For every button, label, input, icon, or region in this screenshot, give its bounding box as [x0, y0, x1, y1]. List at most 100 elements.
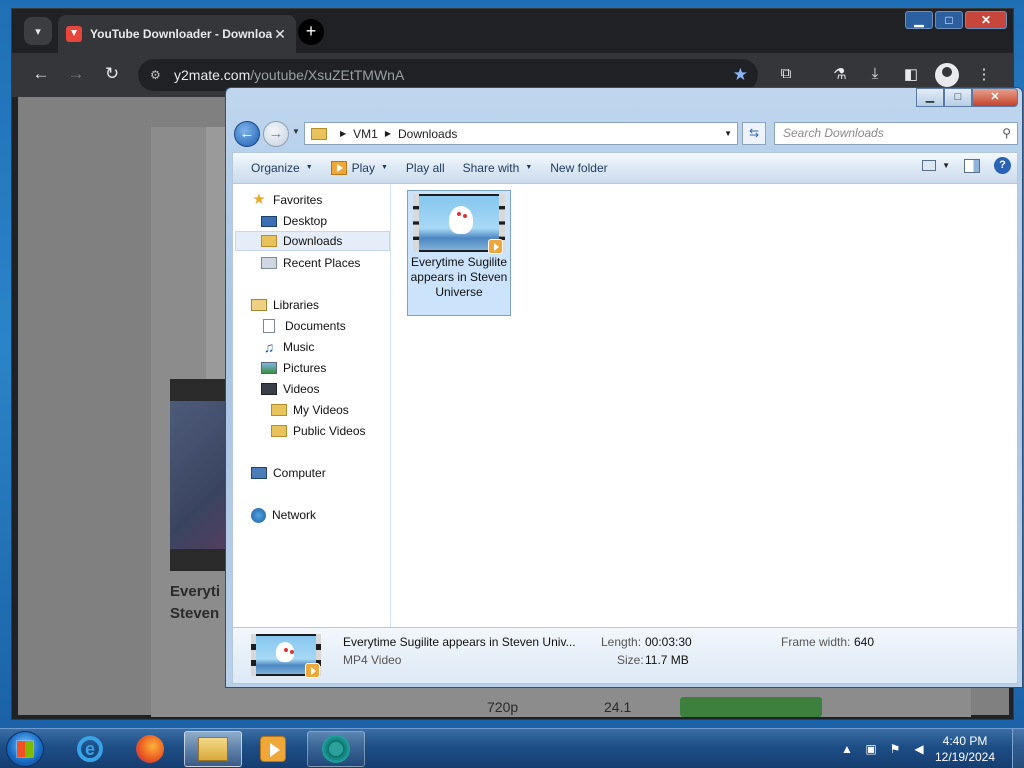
taskbar-clock[interactable]: 4:40 PM 12/19/2024: [930, 733, 1000, 765]
new-tab-button[interactable]: +: [298, 19, 324, 45]
folder-icon: [271, 425, 287, 437]
details-pane: Everytime Sugilite appears in Steven Uni…: [232, 627, 1018, 684]
labs-flask-icon[interactable]: ⚗: [829, 65, 851, 83]
nav-downloads[interactable]: Downloads: [235, 231, 390, 251]
menu-kebab-icon[interactable]: ⋮: [973, 65, 995, 83]
internet-explorer-icon: e: [77, 736, 103, 762]
breadcrumb-separator-icon[interactable]: ▶: [385, 129, 391, 138]
play-button[interactable]: Play ▼: [322, 156, 397, 180]
forward-arrow-icon[interactable]: →: [64, 64, 88, 84]
nav-network[interactable]: Network: [251, 505, 316, 525]
quality-cell: 720p: [487, 699, 519, 715]
taskbar-firefox[interactable]: [121, 731, 179, 767]
side-panel-icon[interactable]: ◧: [900, 65, 922, 83]
change-view-icon[interactable]: [922, 160, 937, 171]
length-value: 00:03:30: [645, 635, 692, 649]
explorer-maximize-button[interactable]: □: [944, 88, 972, 107]
file-item[interactable]: Everytime Sugilite appears in Steven Uni…: [407, 190, 511, 316]
media-player-badge-icon: [305, 663, 320, 678]
pictures-icon: [261, 362, 277, 374]
nav-my-videos[interactable]: My Videos: [271, 400, 349, 420]
volume-muted-icon[interactable]: ◀: [912, 742, 926, 756]
nav-music[interactable]: ♫ Music: [261, 337, 315, 357]
address-dropdown-icon[interactable]: ▼: [724, 129, 732, 138]
taskbar: e ▲ ▣ ⚑ ◀ 4:40 PM 12/19/2024: [0, 728, 1024, 768]
length-label: Length:: [601, 635, 642, 649]
clock-date: 12/19/2024: [934, 750, 996, 764]
browser-tab-title: YouTube Downloader - Download: [90, 27, 272, 41]
start-button[interactable]: [6, 731, 44, 767]
taskbar-windows-explorer[interactable]: [184, 731, 242, 767]
preview-pane-icon[interactable]: [964, 158, 980, 173]
nav-libraries[interactable]: Libraries: [251, 295, 319, 315]
new-folder-button[interactable]: New folder: [541, 156, 616, 180]
network-icon[interactable]: ▣: [864, 742, 878, 756]
help-icon[interactable]: ?: [994, 157, 1011, 174]
url-path: /youtube/XsuZEtTMWnA: [250, 67, 405, 83]
reload-icon[interactable]: ↻: [100, 64, 124, 84]
nav-public-videos[interactable]: Public Videos: [271, 421, 366, 441]
media-player-badge-icon: [488, 239, 503, 254]
refresh-button[interactable]: ⇆: [742, 122, 766, 145]
browser-minimize-button[interactable]: ▁: [905, 11, 933, 29]
explorer-minimize-button[interactable]: ▁: [916, 88, 944, 107]
libraries-icon: [251, 299, 267, 311]
file-name: Everytime Sugilite appears in Steven Uni…: [410, 255, 508, 299]
nav-pictures[interactable]: Pictures: [261, 358, 326, 378]
taskbar-media-player[interactable]: [244, 731, 302, 767]
downloads-folder-icon: [261, 235, 277, 247]
firefox-icon: [136, 735, 164, 763]
music-note-icon: ♫: [263, 339, 275, 355]
action-center-flag-icon[interactable]: ⚑: [888, 742, 902, 756]
downloads-icon[interactable]: ⤓: [864, 65, 886, 82]
nav-favorites[interactable]: ★ Favorites: [251, 190, 322, 210]
frame-width-label: Frame width:: [781, 635, 851, 649]
nav-videos[interactable]: Videos: [261, 379, 319, 399]
browser-tab-bar: ▾ YouTube Downloader - Download ✕ + ▁ □ …: [12, 9, 1013, 53]
extensions-icon[interactable]: ⧉: [775, 65, 797, 82]
tab-close-icon[interactable]: ✕: [272, 26, 288, 43]
explorer-address-bar[interactable]: ▶ VM1 ▶ Downloads ▼: [304, 122, 738, 145]
computer-icon: [251, 467, 267, 479]
breadcrumb-separator-icon[interactable]: ▶: [340, 129, 346, 138]
site-settings-icon[interactable]: ⚙: [150, 59, 161, 91]
recent-pages-dropdown-icon[interactable]: ▼: [292, 127, 300, 136]
video-title: Everyti Steven: [170, 583, 221, 622]
forward-button[interactable]: →: [263, 121, 289, 147]
download-button[interactable]: [680, 697, 822, 717]
nav-documents[interactable]: Documents: [263, 316, 346, 336]
folder-icon: [311, 127, 327, 140]
explorer-close-button[interactable]: ✕: [972, 88, 1018, 107]
folder-icon: [198, 737, 228, 761]
videos-film-icon: [261, 383, 277, 395]
breadcrumb-vm1[interactable]: VM1: [353, 127, 378, 141]
play-icon: [330, 161, 347, 175]
play-all-button[interactable]: Play all: [397, 156, 454, 180]
breadcrumb-downloads[interactable]: Downloads: [398, 127, 457, 141]
taskbar-chrome[interactable]: [307, 731, 365, 767]
profile-avatar-icon[interactable]: [935, 63, 959, 87]
share-with-button[interactable]: Share with ▼: [454, 156, 542, 180]
desktop-icon: [261, 215, 277, 227]
view-dropdown-icon[interactable]: ▼: [942, 161, 950, 170]
browser-window-controls: ▁ □ ✕: [905, 11, 1007, 29]
browser-maximize-button[interactable]: □: [935, 11, 963, 29]
browser-close-button[interactable]: ✕: [965, 11, 1007, 29]
nav-desktop[interactable]: Desktop: [261, 211, 327, 231]
back-arrow-icon[interactable]: ←: [29, 64, 53, 84]
recent-places-icon: [261, 257, 277, 269]
network-globe-icon: [251, 507, 266, 523]
show-desktop-button[interactable]: [1012, 729, 1024, 768]
details-thumbnail: [251, 634, 321, 678]
organize-button[interactable]: Organize ▼: [242, 156, 322, 180]
explorer-window-controls: ▁ □ ✕: [916, 88, 1018, 107]
tab-search-icon[interactable]: ▾: [24, 17, 52, 45]
nav-recent-places[interactable]: Recent Places: [261, 253, 360, 273]
nav-computer[interactable]: Computer: [251, 463, 326, 483]
taskbar-internet-explorer[interactable]: e: [61, 731, 119, 767]
back-button[interactable]: ←: [234, 121, 260, 147]
show-hidden-icons-icon[interactable]: ▲: [840, 742, 854, 756]
search-input[interactable]: Search Downloads ⚲: [774, 122, 1018, 145]
browser-tab[interactable]: YouTube Downloader - Download ✕: [58, 15, 296, 53]
view-controls: ▼ ?: [922, 157, 1011, 174]
